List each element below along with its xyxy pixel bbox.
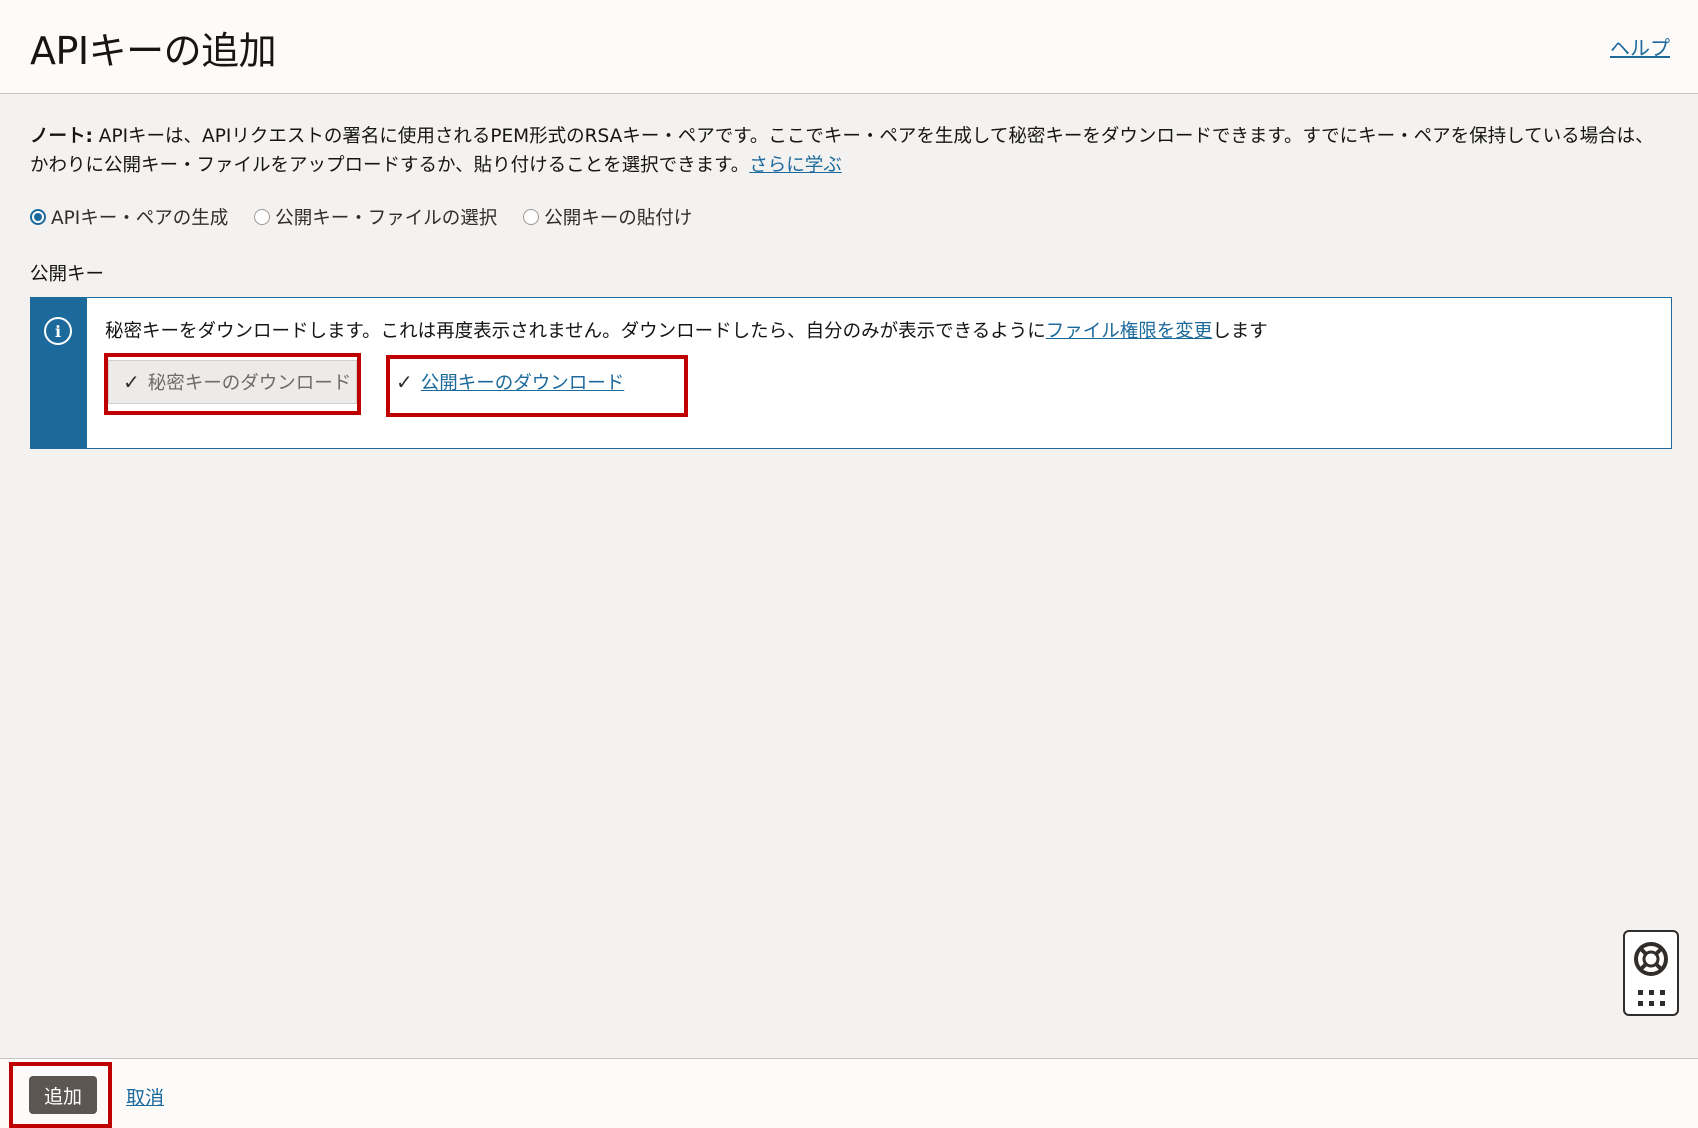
info-message-box: i 秘密キーをダウンロードします。これは再度表示されません。ダウンロードしたら、…	[30, 297, 1672, 449]
page-title: APIキーの追加	[30, 29, 277, 73]
radio-button[interactable]	[523, 209, 540, 225]
info-text-before: 秘密キーをダウンロードします。これは再度表示されません。ダウンロードしたら、自分…	[105, 321, 1046, 342]
change-file-permissions-link[interactable]: ファイル権限を変更	[1046, 321, 1213, 342]
radio-label: 公開キー・ファイルの選択	[275, 208, 498, 229]
radio-generate-key-pair[interactable]: APIキー・ペアの生成	[30, 204, 228, 230]
grid-dots-icon	[1638, 990, 1666, 1006]
radio-choose-public-key-file[interactable]: 公開キー・ファイルの選択	[254, 204, 497, 230]
main-content: ノート: APIキーは、APIリクエストの署名に使用されるPEM形式のRSAキー…	[30, 94, 1672, 449]
info-strip: i	[31, 298, 87, 448]
highlight-box-private	[104, 353, 361, 415]
public-key-section-label: 公開キー	[30, 264, 105, 285]
note-text: ノート: APIキーは、APIリクエストの署名に使用されるPEM形式のRSAキー…	[30, 122, 1672, 180]
highlight-box-add	[9, 1062, 112, 1128]
help-link[interactable]: ヘルプ	[1610, 32, 1670, 61]
lifebuoy-icon	[1634, 942, 1668, 976]
help-widget-button[interactable]	[1623, 930, 1679, 1016]
info-message-text: 秘密キーをダウンロードします。これは再度表示されません。ダウンロードしたら、自分…	[105, 317, 1268, 343]
key-option-radio-group: APIキー・ペアの生成 公開キー・ファイルの選択 公開キーの貼付け	[30, 204, 1672, 230]
radio-button[interactable]	[254, 209, 271, 225]
learn-more-link[interactable]: さらに学ぶ	[749, 155, 842, 176]
info-text-after: します	[1212, 321, 1268, 342]
highlight-box-public	[386, 355, 688, 417]
radio-button-checked[interactable]	[30, 209, 46, 225]
info-icon: i	[44, 317, 72, 345]
page-header: APIキーの追加 ヘルプ	[0, 0, 1698, 94]
radio-paste-public-key[interactable]: 公開キーの貼付け	[523, 204, 692, 230]
footer-bar: 追加 取消	[0, 1058, 1698, 1128]
radio-label: 公開キーの貼付け	[544, 208, 693, 229]
note-prefix: ノート:	[30, 126, 93, 147]
radio-label: APIキー・ペアの生成	[51, 208, 229, 229]
cancel-link[interactable]: 取消	[126, 1083, 164, 1110]
